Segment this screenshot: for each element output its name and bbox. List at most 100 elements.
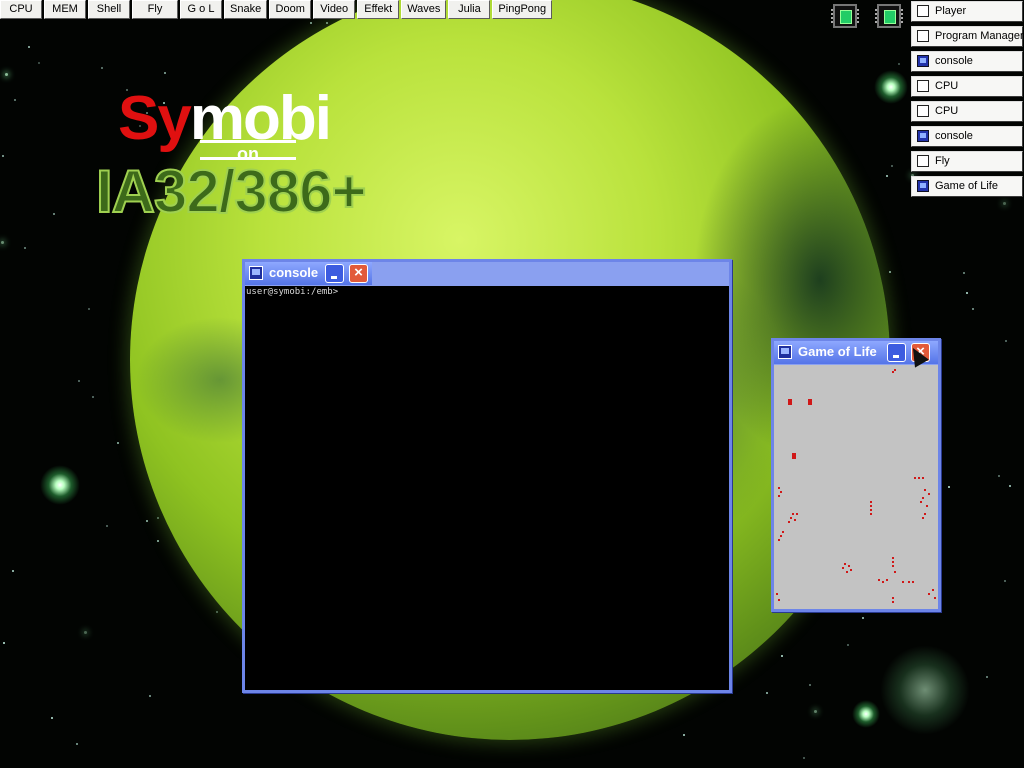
live-cell xyxy=(792,513,794,515)
console-titlebar[interactable]: console × xyxy=(245,262,372,285)
window-list-item-cpu[interactable]: CPU xyxy=(911,76,1023,97)
live-cell xyxy=(870,513,872,515)
star xyxy=(1005,340,1007,342)
window-list-item-fly[interactable]: Fly xyxy=(911,151,1023,172)
star xyxy=(5,73,8,76)
star xyxy=(157,540,159,542)
window-list-label: console xyxy=(935,55,973,67)
live-cell xyxy=(882,581,884,583)
taskbar-button-video[interactable]: Video xyxy=(313,0,356,19)
live-cell xyxy=(794,519,796,521)
cpu-chip-icon[interactable] xyxy=(831,4,859,28)
star xyxy=(683,734,685,736)
taskbar-button-snake[interactable]: Snake xyxy=(224,0,268,19)
game-of-life-window[interactable]: Game of Life × xyxy=(771,338,941,612)
live-cell xyxy=(778,599,780,601)
live-cell xyxy=(894,571,896,573)
star xyxy=(781,655,783,657)
star xyxy=(53,213,55,215)
window-list-item-cpu[interactable]: CPU xyxy=(911,101,1023,122)
live-cell xyxy=(926,505,928,507)
window-icon xyxy=(917,155,929,167)
taskbar: CPU MEM Shell Fly G o L Snake Doom Video… xyxy=(0,0,553,19)
window-list-item-program-manager[interactable]: Program Manager xyxy=(911,26,1024,47)
star xyxy=(157,517,159,519)
window-list-label: console xyxy=(935,130,973,142)
live-cell xyxy=(780,535,782,537)
live-cell xyxy=(778,539,780,541)
window-list-item-player[interactable]: Player xyxy=(911,1,1023,22)
star xyxy=(310,22,312,24)
live-cell xyxy=(794,457,796,459)
star xyxy=(92,396,94,398)
taskbar-button-effekt[interactable]: Effekt xyxy=(357,0,400,19)
star xyxy=(809,684,811,686)
live-cell xyxy=(846,571,848,573)
star xyxy=(891,165,893,167)
star xyxy=(966,292,968,294)
live-cell xyxy=(848,565,850,567)
live-cell xyxy=(892,561,894,563)
live-cell xyxy=(892,601,894,603)
taskbar-button-mem[interactable]: MEM xyxy=(44,0,86,19)
live-cell xyxy=(892,557,894,559)
star-cluster xyxy=(880,645,970,735)
minimize-button[interactable] xyxy=(887,343,906,362)
window-list-label: Fly xyxy=(935,155,950,167)
star xyxy=(216,611,218,613)
taskbar-button-gol[interactable]: G o L xyxy=(180,0,222,19)
game-of-life-board[interactable] xyxy=(774,365,938,609)
window-list-item-console[interactable]: console xyxy=(911,51,1023,72)
taskbar-button-fly[interactable]: Fly xyxy=(132,0,178,19)
game-of-life-title: Game of Life xyxy=(798,344,877,359)
taskbar-button-pingpong[interactable]: PingPong xyxy=(492,0,553,19)
live-cell xyxy=(844,563,846,565)
live-cell xyxy=(782,531,784,533)
live-cell xyxy=(850,569,852,571)
star-flare xyxy=(40,465,80,505)
star xyxy=(803,757,805,759)
star xyxy=(814,710,817,713)
star xyxy=(84,631,87,634)
live-cell xyxy=(778,487,780,489)
window-list-item-game-of-life[interactable]: Game of Life xyxy=(911,176,1023,197)
taskbar-button-shell[interactable]: Shell xyxy=(88,0,130,19)
live-cell xyxy=(878,579,880,581)
star xyxy=(24,247,26,249)
terminal-icon xyxy=(917,55,929,67)
live-cell xyxy=(778,495,780,497)
live-cell xyxy=(912,581,914,583)
window-list-label: CPU xyxy=(935,105,959,117)
close-button[interactable]: × xyxy=(349,264,368,283)
window-icon xyxy=(917,30,929,42)
taskbar-button-doom[interactable]: Doom xyxy=(269,0,312,19)
taskbar-button-julia[interactable]: Julia xyxy=(448,0,491,19)
live-cell xyxy=(932,589,934,591)
taskbar-button-cpu[interactable]: CPU xyxy=(0,0,42,19)
console-window[interactable]: console × user@symobi:/emb> xyxy=(242,259,732,693)
live-cell xyxy=(922,477,924,479)
star xyxy=(766,692,768,694)
live-cell xyxy=(914,477,916,479)
cpu-chip-icon[interactable] xyxy=(875,4,903,28)
taskbar-button-waves[interactable]: Waves xyxy=(401,0,447,19)
star xyxy=(106,525,108,527)
live-cell xyxy=(922,517,924,519)
star-flare xyxy=(852,700,880,728)
star xyxy=(76,743,78,745)
desktop: Symobi on IA32/386+ CPU MEM Shell Fly G … xyxy=(0,0,1024,768)
star xyxy=(998,475,1000,477)
star xyxy=(963,272,965,274)
star xyxy=(146,520,148,522)
live-cell xyxy=(894,369,896,371)
minimize-button[interactable] xyxy=(325,264,344,283)
console-output[interactable]: user@symobi:/emb> xyxy=(245,286,729,690)
window-icon xyxy=(917,80,929,92)
star xyxy=(12,570,14,572)
window-list-item-console[interactable]: console xyxy=(911,126,1023,147)
live-cell xyxy=(928,493,930,495)
console-prompt: user@symobi:/emb> xyxy=(246,287,339,297)
window-icon xyxy=(917,5,929,17)
star xyxy=(889,271,891,273)
star xyxy=(51,717,53,719)
